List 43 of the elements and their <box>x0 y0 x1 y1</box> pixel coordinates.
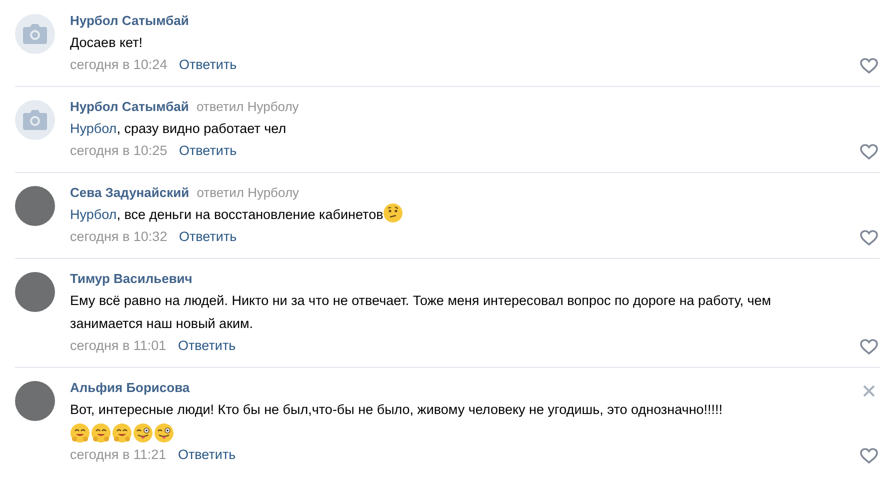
comment-time: сегодня в 10:25 <box>70 143 168 158</box>
reply-to-label: ответил Нурболу <box>196 185 300 200</box>
heart-icon[interactable] <box>860 58 878 74</box>
comment-time: сегодня в 11:21 <box>70 447 166 462</box>
hugging-emoji-icon <box>91 422 111 442</box>
reply-to-label: ответил Нурболу <box>196 99 299 114</box>
reply-link[interactable]: Ответить <box>178 229 237 244</box>
photo-placeholder[interactable] <box>15 186 55 226</box>
winking-tongue-emoji-icon <box>154 422 174 442</box>
comment-text: Вот, интересные люди! Кто бы не был,что-бы не было, живому человеку не угодишь, это однозначно!!!!! <box>70 401 724 419</box>
winking-tongue-emoji-icon <box>133 422 153 442</box>
hugging-emoji-icon <box>70 422 90 442</box>
reply-link[interactable]: Ответить <box>178 338 236 353</box>
heart-icon[interactable] <box>860 339 878 355</box>
photo-placeholder[interactable] <box>15 272 55 312</box>
author-link[interactable]: Альфия Борисова <box>70 380 190 395</box>
comment-text: Нурбол, сразу видно работает чел <box>70 120 288 138</box>
author-link[interactable]: Сева Задунайский <box>70 185 190 200</box>
reply-link[interactable]: Ответить <box>178 143 237 158</box>
author-link[interactable]: Тимур Васильевич <box>70 271 192 286</box>
hugging-emoji-icon <box>112 422 132 442</box>
heart-icon[interactable] <box>860 448 878 464</box>
author-link[interactable]: Нурбол Сатымбай <box>70 13 189 28</box>
mention-link[interactable]: Нурбол <box>70 207 117 222</box>
camera-icon <box>23 110 47 130</box>
reply-link[interactable]: Ответить <box>178 447 236 462</box>
camera-icon <box>23 24 47 44</box>
comment-time: сегодня в 11:01 <box>70 338 166 353</box>
heart-icon[interactable] <box>860 144 878 160</box>
author-link[interactable]: Нурбол Сатымбай <box>70 99 189 114</box>
comment-time: сегодня в 10:32 <box>70 229 168 244</box>
comment-text: Нурбол, все деньги на восстановление кабинетов <box>70 203 840 226</box>
thinking-emoji-icon <box>383 203 404 223</box>
comment-text: Досаев кет! <box>70 34 144 52</box>
heart-icon[interactable] <box>860 230 878 246</box>
photo-placeholder[interactable] <box>15 381 55 421</box>
avatar-placeholder[interactable] <box>15 100 55 140</box>
comment-text: Ему всё равно на людей. Никто ни за что не отвечает. Тоже меня интересовал вопрос по дороге на работу, чем занимается наш новый аким. <box>70 292 772 333</box>
mention-link[interactable]: Нурбол <box>70 121 117 136</box>
avatar-placeholder[interactable] <box>15 14 55 54</box>
reply-link[interactable]: Ответить <box>178 57 237 72</box>
close-icon[interactable] <box>863 385 875 397</box>
comment-time: сегодня в 10:24 <box>70 57 168 72</box>
